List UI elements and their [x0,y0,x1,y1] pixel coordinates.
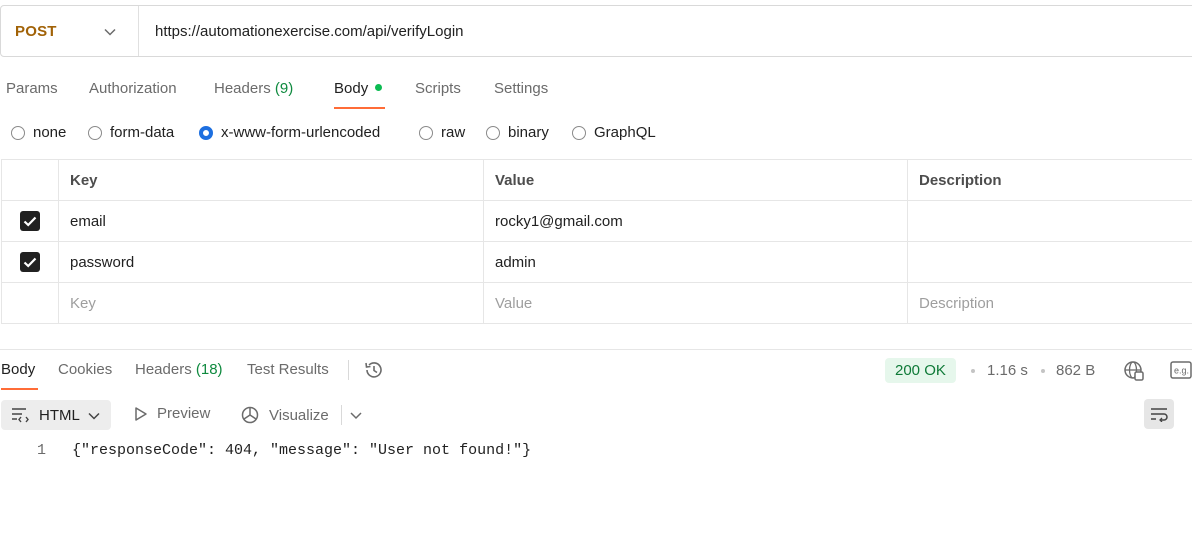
tab-label: Body [1,361,36,378]
radio-x-www-form-urlencoded[interactable]: x-www-form-urlencoded [199,124,380,141]
params-table: Key Value Description email rocky1@gmail… [1,159,1192,324]
visualize-label: Visualize [269,406,329,424]
radio-circle [11,125,25,140]
table-header-row: Key Value Description [1,160,1192,201]
table-row-empty: Key Value Description [1,283,1192,324]
description-cell[interactable] [907,242,1192,282]
tab-label: Scripts [415,80,461,97]
radio-circle [419,125,433,140]
save-example-icon[interactable]: e.g. [1170,361,1192,383]
response-tab-test-results[interactable]: Test Results [247,360,329,390]
tab-headers[interactable]: Headers (9) [214,78,293,109]
tab-label: Authorization [89,80,177,97]
chevron-down-icon[interactable] [349,408,363,425]
description-placeholder[interactable]: Description [907,283,1192,323]
code-line: 1 {"responseCode": 404, "message": "User… [0,442,531,459]
play-icon [135,406,147,421]
tab-body[interactable]: Body [334,78,385,109]
status-badge[interactable]: 200 OK [885,358,956,383]
row-checkbox[interactable] [20,252,40,272]
header-checkbox-cell [1,160,58,200]
format-dropdown[interactable]: HTML [1,400,111,430]
header-value: Value [483,160,907,200]
value-cell[interactable]: admin [483,242,907,282]
visualize-icon [241,406,259,424]
tab-scripts[interactable]: Scripts [415,78,461,109]
tab-count: (18) [195,361,223,378]
checkbox-cell [1,242,58,282]
table-row: password admin [1,242,1192,283]
tab-params[interactable]: Params [6,78,58,109]
tab-label: Headers [214,80,271,97]
response-time[interactable]: 1.16 s [987,362,1028,379]
tab-label: Test Results [247,361,329,378]
visualize-button[interactable]: Visualize [240,405,329,425]
tab-label: Settings [494,80,549,97]
key-placeholder[interactable]: Key [58,283,483,323]
chevron-down-icon [104,23,116,40]
tab-label: Body [334,80,369,97]
tab-label: Headers [135,361,192,378]
value-cell[interactable]: rocky1@gmail.com [483,201,907,241]
radio-form-data[interactable]: form-data [88,124,174,141]
radio-binary[interactable]: binary [486,124,549,141]
word-wrap-icon [1151,408,1168,422]
row-checkbox[interactable] [20,211,40,231]
modified-dot-icon [375,84,383,91]
table-row: email rocky1@gmail.com [1,201,1192,242]
key-cell[interactable]: password [58,242,483,282]
value-placeholder[interactable]: Value [483,283,907,323]
divider [341,405,342,425]
radio-label: x-www-form-urlencoded [221,124,381,141]
response-tab-cookies[interactable]: Cookies [58,360,112,390]
radio-label: none [33,124,67,141]
svg-text:e.g.: e.g. [1174,366,1189,376]
radio-circle [572,125,586,140]
radio-raw[interactable]: raw [419,124,465,141]
header-description: Description [907,160,1192,200]
checkbox-cell [1,201,58,241]
key-cell[interactable]: email [58,201,483,241]
header-key: Key [58,160,483,200]
response-code[interactable]: {"responseCode": 404, "message": "User n… [72,442,531,459]
separator-dot [1041,369,1045,373]
radio-label: form-data [110,124,175,141]
request-bar: POST https://automationexercise.com/api/… [0,5,1192,57]
wrap-lines-icon [12,408,29,423]
radio-none[interactable]: none [11,124,66,141]
chevron-down-icon [88,407,100,424]
wrap-toggle-button[interactable] [1144,399,1174,429]
radio-label: binary [508,124,549,141]
tab-label: Cookies [58,361,113,378]
network-globe-icon[interactable] [1123,360,1145,386]
response-tab-body[interactable]: Body [1,360,38,390]
tab-count: (9) [274,80,294,97]
preview-label: Preview [157,405,211,422]
radio-label: GraphQL [594,124,656,141]
radio-circle [88,125,102,140]
url-input[interactable]: https://automationexercise.com/api/verif… [139,23,464,40]
divider [348,360,349,380]
description-cell[interactable] [907,201,1192,241]
tab-settings[interactable]: Settings [494,78,548,109]
checkbox-cell [1,283,58,323]
preview-button[interactable]: Preview [134,405,210,422]
radio-circle-checked [199,125,213,140]
response-tab-headers[interactable]: Headers (18) [135,360,223,390]
tab-authorization[interactable]: Authorization [89,78,177,109]
line-number: 1 [36,442,46,459]
check-icon [23,216,37,227]
format-label: HTML [39,406,80,424]
separator-dot [971,369,975,373]
radio-label: raw [441,124,466,141]
radio-graphql[interactable]: GraphQL [572,124,656,141]
response-size[interactable]: 862 B [1056,362,1095,379]
method-label: POST [15,22,57,40]
radio-circle [486,125,500,140]
response-divider [0,349,1192,350]
check-icon [23,257,37,268]
tab-label: Params [6,80,58,97]
history-icon[interactable] [363,359,385,385]
method-dropdown[interactable]: POST [1,6,139,56]
